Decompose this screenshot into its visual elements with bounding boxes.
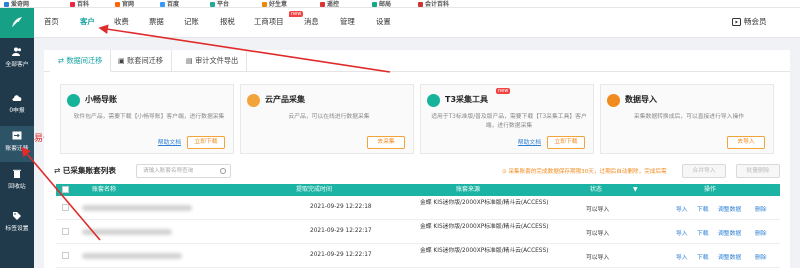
bookmark-item[interactable]: 官网 — [115, 0, 134, 7]
main-panel: ⇄ 数据间迁移 ▣ 账套间迁移 ▤ 审计文件导出 小畅导账 软件包产品，需要下载… — [44, 50, 790, 268]
merge-import-button[interactable]: 合并导入 — [682, 164, 726, 178]
sidebar-item-account-migration[interactable]: 账套迁移 — [0, 126, 34, 162]
delete-link[interactable]: 删除 — [755, 252, 767, 261]
search-icon — [220, 168, 226, 174]
download-link[interactable]: 下载 — [697, 228, 709, 237]
gear-icon — [427, 94, 440, 107]
download-button[interactable]: 立即下载 — [187, 136, 225, 149]
account-name-redacted — [82, 229, 172, 235]
nav-customers[interactable]: 客户 — [75, 8, 100, 38]
nav-home[interactable]: 首页 — [44, 8, 59, 38]
nav-messages[interactable]: 消息 — [304, 8, 319, 38]
nav-tax[interactable]: 报税 — [220, 8, 235, 38]
tab-data-migration[interactable]: ⇄ 数据间迁移 — [50, 50, 112, 72]
sidebar-item-all-customers[interactable]: 全部客户 — [0, 42, 34, 78]
bookmark-item[interactable]: 百度 — [160, 0, 179, 7]
table-header: 账套名称 提取完成时间 账套来源 状态 ▼ 操作 — [56, 184, 780, 196]
account-name-redacted — [82, 253, 182, 259]
bookmark-item[interactable]: 爱奇网 — [4, 0, 29, 7]
nav-bookkeeping[interactable]: 记账 — [184, 8, 199, 38]
sidebar-item-tag-settings[interactable]: 标签设置 — [0, 206, 34, 242]
bookmark-item[interactable]: 遥控 — [320, 0, 339, 7]
filter-icon[interactable]: ▼ — [633, 184, 638, 196]
list-title: ⇄ 已采集账套列表 — [54, 166, 116, 175]
cloud-icon — [247, 94, 260, 107]
tool-cards: 小畅导账 软件包产品，需要下载【小畅导账】客户端，进行数据采集 帮助文档 立即下… — [60, 84, 775, 154]
download-link[interactable]: 下载 — [697, 252, 709, 261]
row-checkbox[interactable] — [62, 228, 69, 235]
cloud-icon — [12, 95, 22, 101]
bookmark-item[interactable]: 邮局 — [372, 0, 391, 7]
tag-icon — [13, 212, 21, 220]
retention-warning: ⊙ 采集账套的完成数据保存期限30天，过期后自动删除，完成后需 — [502, 169, 667, 175]
users-icon — [12, 47, 21, 56]
bookmark-item[interactable]: 平台 — [210, 0, 229, 7]
bookmarks-bar: 爱奇网 百科 官网 百度 平台 好生意 遥控 邮局 会计百科 — [0, 0, 800, 8]
tab-audit-export[interactable]: ▤ 审计文件导出 — [178, 50, 248, 72]
top-navbar: 首页 客户 收费 票据 记账 报税 工商项目 new 消息 管理 设置 畅会员 — [0, 8, 800, 38]
bookmark-item[interactable]: 会计百科 — [418, 0, 449, 7]
play-icon — [732, 17, 741, 26]
delete-link[interactable]: 删除 — [755, 204, 767, 213]
copy-icon: ▣ — [118, 56, 128, 65]
vip-member[interactable]: 畅会员 — [732, 16, 767, 27]
account-name-redacted — [82, 205, 192, 211]
nav-bills[interactable]: 票据 — [149, 8, 164, 38]
new-badge: new — [289, 11, 304, 17]
download-link[interactable]: 下载 — [697, 204, 709, 213]
import-link[interactable]: 导入 — [676, 228, 688, 237]
row-checkbox[interactable] — [62, 252, 69, 259]
help-doc-link[interactable]: 帮助文档 — [518, 137, 541, 146]
tab-bar: ⇄ 数据间迁移 ▣ 账套间迁移 ▤ 审计文件导出 — [44, 50, 790, 72]
trash-icon — [13, 169, 21, 178]
nav-settings[interactable]: 设置 — [376, 8, 391, 38]
row-checkbox[interactable] — [62, 204, 69, 211]
import-button[interactable]: 去导入 — [727, 136, 765, 149]
card-xiaochang: 小畅导账 软件包产品，需要下载【小畅导账】客户端，进行数据采集 帮助文档 立即下… — [60, 84, 234, 154]
bookmark-item[interactable]: 好生意 — [262, 0, 287, 7]
bookmark-item[interactable]: 百科 — [70, 0, 89, 7]
adjust-data-link[interactable]: 调整数据 — [718, 204, 741, 213]
table-row: 2021-09-29 12:22:17 金蝶 KIS迷你版/2000XP标准版/… — [56, 244, 780, 268]
sidebar-item-zero-declare[interactable]: 0申报 — [0, 88, 34, 124]
adjust-data-link[interactable]: 调整数据 — [718, 252, 741, 261]
card-t3-tool: T3采集工具 new 适用于T3标准版/普及版产品，需要下载【T3采集工具】客户… — [420, 84, 594, 154]
import-icon — [607, 94, 620, 107]
app-logo-icon[interactable] — [0, 8, 34, 38]
table-row: 2021-09-29 12:22:17 金蝶 KIS迷你版/2000XP标准版/… — [56, 220, 780, 244]
sidebar-item-recycle-bin[interactable]: 回收站 — [0, 164, 34, 200]
file-icon: ▤ — [186, 56, 196, 65]
migrate-icon — [12, 131, 22, 140]
nav-billing[interactable]: 收费 — [114, 8, 129, 38]
help-doc-link[interactable]: 帮助文档 — [158, 137, 181, 146]
select-all-checkbox[interactable] — [62, 186, 69, 193]
import-link[interactable]: 导入 — [676, 252, 688, 261]
adjust-data-link[interactable]: 调整数据 — [718, 228, 741, 237]
card-data-import: 数据导入 采集数据转换成后，可以直接进行导入操作 去导入 — [600, 84, 774, 154]
download-button[interactable]: 立即下载 — [547, 136, 585, 149]
card-cloud-collect: 云产品采集 云产品，可以在线进行数据采集 去采集 — [240, 84, 414, 154]
nav-manage[interactable]: 管理 — [340, 8, 355, 38]
collect-button[interactable]: 去采集 — [367, 136, 405, 149]
batch-delete-button[interactable]: 批量删除 — [736, 164, 780, 178]
chat-icon — [67, 94, 80, 107]
tab-account-migration[interactable]: ▣ 账套间迁移 — [110, 50, 173, 72]
sidebar: 全部客户 0申报 账套迁移 回收站 标签设置 — [0, 38, 34, 268]
delete-link[interactable]: 删除 — [755, 228, 767, 237]
search-input[interactable]: 请输入账套名称查询 — [136, 164, 231, 178]
table-row: 2021-09-29 12:22:18 金蝶 KIS迷你版/2000XP标准版/… — [56, 196, 780, 220]
new-badge: new — [496, 88, 511, 94]
import-link[interactable]: 导入 — [676, 204, 688, 213]
list-header: ⇄ 已采集账套列表 请输入账套名称查询 ⊙ 采集账套的完成数据保存期限30天，过… — [54, 164, 784, 180]
nav-business-projects[interactable]: 工商项目 — [254, 8, 284, 38]
